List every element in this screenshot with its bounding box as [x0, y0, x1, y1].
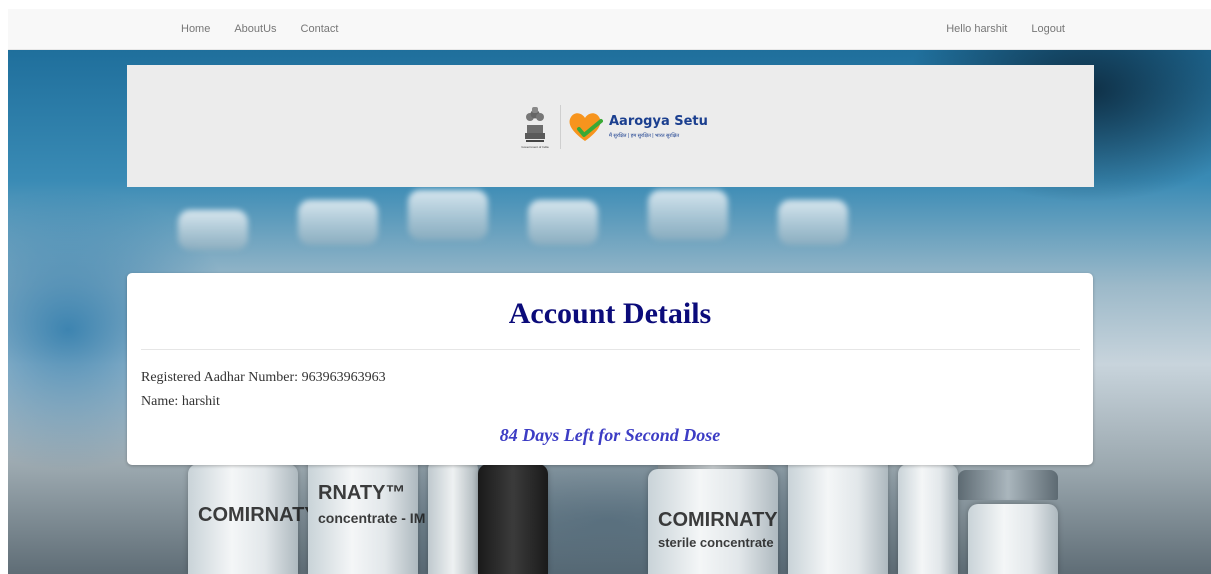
heart-check-icon	[569, 113, 603, 141]
blurred-vial-top	[408, 190, 488, 240]
blurred-vial-top	[178, 210, 248, 250]
logo-divider	[560, 105, 561, 149]
nav-link-aboutus[interactable]: AboutUs	[234, 23, 276, 35]
user-greeting-link[interactable]: Hello harshit	[946, 23, 1007, 35]
logo-banner: Government of India Aarogya Setu मैं सुर…	[127, 65, 1094, 187]
dark-vial	[478, 464, 548, 574]
vial	[428, 459, 478, 574]
vial-label: RNATY™	[318, 482, 406, 504]
nav-link-home[interactable]: Home	[181, 23, 210, 35]
second-dose-countdown: 84 Days Left for Second Dose	[499, 425, 721, 445]
page-title: Account Details	[508, 297, 712, 330]
name-label: Name:	[141, 394, 179, 409]
aarogya-setu-logo: Government of India Aarogya Setu मैं सुर…	[517, 103, 717, 153]
vial: COMIRNATY™	[188, 464, 338, 574]
emblem-caption: Government of India	[521, 145, 549, 149]
blurred-vial-top	[648, 190, 728, 240]
logout-link[interactable]: Logout	[1031, 23, 1065, 35]
aadhar-number-row: Registered Aadhar Number: 963963963963	[141, 370, 386, 386]
aadhar-value: 963963963963	[301, 370, 386, 385]
brand-tagline: मैं सुरक्षित | हम सुरक्षित | भारत सुरक्ष…	[609, 133, 680, 139]
vial: RNATY™ concentrate - IM	[308, 454, 425, 574]
vial	[788, 454, 888, 574]
name-value: harshit	[181, 394, 220, 409]
brand-name: Aarogya Setu	[609, 114, 708, 129]
divider	[141, 349, 1080, 350]
vial: COMIRNATY sterile concentrate	[648, 469, 778, 574]
page-frame: COMIRNATY™ RNATY™ concentrate - IM COMIR…	[8, 9, 1211, 574]
nav-left-links: Home AboutUs Contact	[181, 9, 338, 49]
vial-label: concentrate - IM	[318, 510, 426, 526]
top-navbar: Home AboutUs Contact Hello harshit Logou…	[8, 9, 1211, 50]
vial-cap	[958, 470, 1058, 500]
blurred-vial-top	[528, 200, 598, 245]
blurred-vial-top	[298, 200, 378, 245]
name-row: Name: harshit	[141, 394, 220, 410]
nav-right-links: Hello harshit Logout	[946, 9, 1065, 49]
blurred-vial-top	[778, 200, 848, 245]
aadhar-label: Registered Aadhar Number:	[141, 370, 299, 385]
vial	[968, 504, 1058, 574]
vial-label: COMIRNATY	[658, 509, 778, 531]
vial	[898, 464, 958, 574]
nav-link-contact[interactable]: Contact	[301, 23, 339, 35]
vial-label: sterile concentrate	[658, 535, 774, 550]
account-details-card: Account Details Registered Aadhar Number…	[127, 273, 1093, 465]
